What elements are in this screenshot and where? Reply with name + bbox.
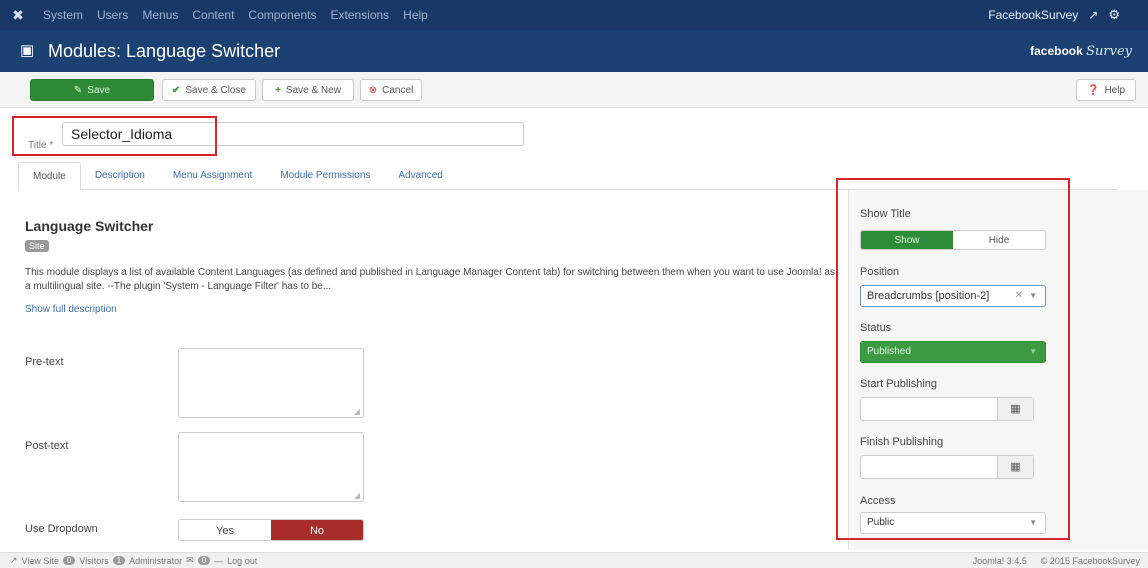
save-new-button[interactable]: + Save & New	[262, 79, 354, 101]
envelope-icon: ✉	[186, 555, 194, 565]
administrator-label: Administrator	[129, 555, 183, 566]
visitors-count-badge: 0	[62, 556, 76, 565]
menu-users[interactable]: Users	[90, 8, 135, 22]
help-icon: ❓	[1086, 84, 1100, 96]
site-name-link[interactable]: FacebookSurvey	[988, 8, 1078, 22]
site-badge: Site	[25, 240, 49, 252]
messages-count-badge: 0	[197, 556, 211, 565]
brand-bold: facebook	[1030, 43, 1083, 58]
menu-system[interactable]: System	[36, 8, 90, 22]
main-menu: System Users Menus Content Components Ex…	[36, 8, 435, 22]
brand-logo: facebook Survey	[1030, 44, 1132, 59]
page-header: ▣ Modules: Language Switcher facebook Su…	[0, 30, 1148, 72]
page-title: Modules: Language Switcher	[48, 40, 281, 61]
visitors-label: Visitors	[79, 555, 109, 566]
help-label: Help	[1104, 84, 1126, 96]
menu-help[interactable]: Help	[396, 8, 435, 22]
use-dropdown-toggle: Yes No	[178, 519, 364, 541]
toolbar: ✎ Save ✔ Save & Close + Save & New ⊗ Can…	[0, 72, 1148, 108]
tab-description[interactable]: Description	[81, 162, 159, 190]
tab-menu-assignment[interactable]: Menu Assignment	[159, 162, 267, 190]
check-icon: ✔	[172, 84, 181, 96]
pre-text-label: Pre-text	[25, 356, 64, 368]
cancel-button[interactable]: ⊗ Cancel	[360, 79, 422, 101]
menu-menus[interactable]: Menus	[135, 8, 185, 22]
admin-count-badge: 1	[112, 556, 126, 565]
navbar-right: FacebookSurvey ↗ ⚙	[988, 7, 1148, 23]
view-site-icon: ↗	[10, 555, 18, 565]
save-new-label: Save & New	[285, 84, 341, 96]
menu-extensions[interactable]: Extensions	[323, 8, 396, 22]
footer-right: Joomla! 3.4.5 © 2015 FacebookSurvey	[973, 556, 1148, 566]
copyright: © 2015 FacebookSurvey	[1040, 555, 1140, 566]
use-dropdown-yes[interactable]: Yes	[179, 520, 271, 540]
top-navbar: ✖ System Users Menus Content Components …	[0, 0, 1148, 30]
menu-components[interactable]: Components	[241, 8, 323, 22]
highlight-box-title	[12, 116, 217, 156]
logout-link[interactable]: Log out	[227, 556, 257, 566]
module-description: This module displays a list of available…	[25, 267, 835, 292]
post-text-label: Post-text	[25, 440, 69, 452]
footer-left: ↗ View Site 0 Visitors 1 Administrator ✉…	[0, 555, 257, 566]
tab-module-permissions[interactable]: Module Permissions	[266, 162, 384, 190]
save-button[interactable]: ✎ Save	[30, 79, 154, 101]
save-close-label: Save & Close	[185, 84, 246, 96]
tab-module[interactable]: Module	[18, 162, 81, 191]
logout-icon: —	[214, 555, 224, 566]
cancel-icon: ⊗	[368, 84, 378, 96]
joomla-icon[interactable]: ✖	[0, 7, 36, 24]
external-link-icon: ↗	[1088, 8, 1099, 22]
highlight-box-panel	[836, 178, 1070, 540]
joomla-version: Joomla! 3.4.5	[972, 555, 1027, 566]
save-close-button[interactable]: ✔ Save & Close	[162, 79, 256, 101]
resize-grip-icon[interactable]: ◢	[354, 491, 360, 500]
post-text-textarea[interactable]: ◢	[178, 432, 364, 502]
plus-icon: +	[275, 84, 281, 96]
use-dropdown-no[interactable]: No	[271, 520, 363, 540]
menu-content[interactable]: Content	[185, 8, 241, 22]
cube-icon: ▣	[20, 42, 35, 59]
brand-script: Survey	[1086, 43, 1132, 59]
resize-grip-icon[interactable]: ◢	[354, 407, 360, 416]
use-dropdown-label: Use Dropdown	[25, 523, 98, 535]
help-button[interactable]: ❓ Help	[1076, 79, 1136, 101]
pre-text-textarea[interactable]: ◢	[178, 348, 364, 418]
status-footer: ↗ View Site 0 Visitors 1 Administrator ✉…	[0, 552, 1148, 568]
save-label: Save	[87, 84, 111, 96]
show-full-description-link[interactable]: Show full description	[25, 304, 117, 315]
module-heading: Language Switcher	[25, 218, 154, 234]
view-site-link[interactable]: View Site	[22, 556, 59, 566]
tab-advanced[interactable]: Advanced	[384, 162, 456, 190]
save-icon: ✎	[73, 84, 83, 96]
gear-icon[interactable]: ⚙	[1108, 7, 1120, 23]
cancel-label: Cancel	[382, 84, 414, 96]
